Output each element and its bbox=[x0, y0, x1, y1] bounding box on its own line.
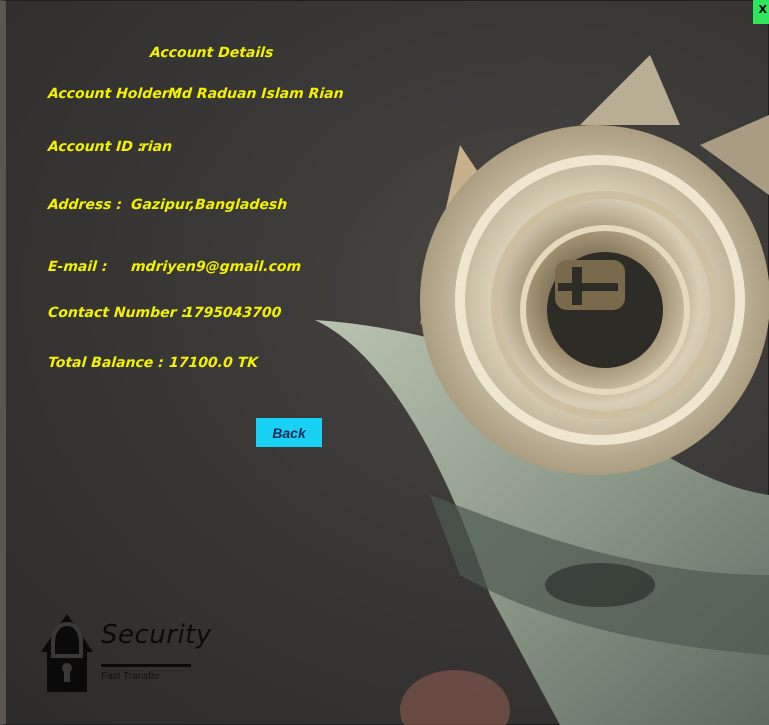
lock-house-icon bbox=[41, 614, 93, 692]
account-holder-label: Account Holder : bbox=[47, 86, 180, 102]
contact-label: Contact Number : bbox=[47, 305, 188, 321]
back-button-label: Back bbox=[272, 424, 306, 441]
contact-value: 1795043700 bbox=[183, 305, 282, 321]
close-label: X bbox=[758, 3, 767, 16]
account-id-label: Account ID : bbox=[47, 139, 144, 155]
email-value: mdriyen9@gmail.com bbox=[130, 259, 302, 275]
back-button[interactable]: Back bbox=[256, 418, 322, 447]
logo-divider bbox=[101, 664, 191, 667]
balance-value: 17100.0 TK bbox=[168, 355, 259, 371]
email-label: E-mail : bbox=[47, 259, 109, 275]
account-details-heading: Account Details bbox=[149, 45, 274, 61]
account-id-value: rian bbox=[140, 139, 173, 155]
money-roll-image bbox=[315, 55, 769, 725]
logo-title: Security bbox=[101, 620, 212, 650]
address-label: Address : bbox=[47, 197, 123, 213]
address-value: Gazipur,Bangladesh bbox=[130, 197, 288, 213]
account-holder-value: Md Raduan Islam Rian bbox=[167, 86, 345, 102]
close-button[interactable]: X bbox=[753, 0, 769, 24]
logo-subtitle: Fast Transfer bbox=[101, 671, 160, 682]
balance-label: Total Balance : bbox=[47, 355, 165, 371]
